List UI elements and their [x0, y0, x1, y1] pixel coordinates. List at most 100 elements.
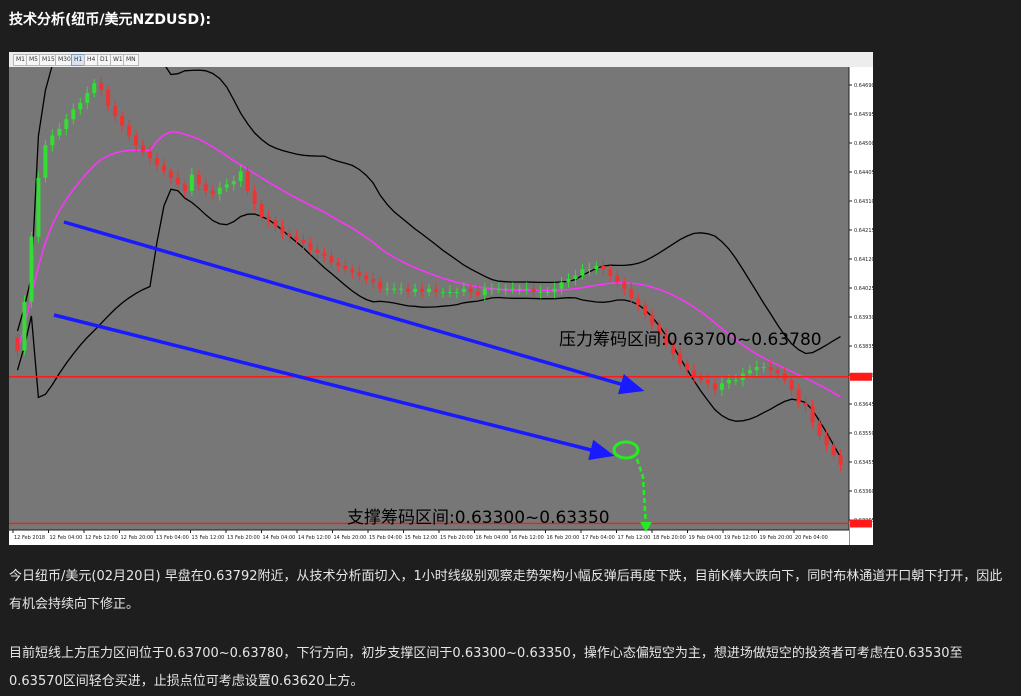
timeframe-button-mn[interactable]: MN [123, 54, 139, 66]
candle-body [503, 288, 508, 290]
candle-body [92, 83, 97, 94]
candle-body [371, 278, 376, 283]
resistance-annotation: 压力筹码区间:0.63700~0.63780 [559, 330, 822, 350]
candle-body [622, 282, 627, 289]
candle-body [440, 291, 445, 293]
candle-body [719, 383, 724, 390]
candle-body [36, 177, 41, 237]
candle-body [182, 184, 187, 191]
y-tick-label: 0.64025 [854, 286, 873, 292]
candle-body [678, 353, 683, 364]
candle-body [587, 269, 592, 271]
candle-body [643, 305, 648, 315]
candle-body [824, 435, 829, 446]
y-tick-label: 0.63550 [854, 431, 873, 437]
candle-body [231, 181, 236, 185]
candle-body [775, 370, 780, 374]
x-tick-label: 12 Feb 20:00 [121, 535, 154, 541]
candle-body [433, 288, 438, 292]
candle-body [238, 171, 243, 182]
candle-body [154, 158, 159, 165]
candle-body [43, 145, 48, 178]
price-chart: M1 M5 M15 M30 H1 H4 D1 W1 MN 0.64690 0.64595 0.645… [9, 52, 873, 545]
candle-body [78, 102, 83, 110]
candle-body [692, 370, 697, 377]
candle-body [134, 135, 139, 146]
x-tick-label: 14 Feb 12:00 [298, 535, 331, 541]
candle-body [789, 380, 794, 390]
candle-body [113, 106, 118, 116]
candle-body [475, 291, 480, 296]
y-tick-label: 0.64215 [854, 228, 873, 234]
candle-body [15, 337, 20, 351]
page-heading: 技术分析(纽币/美元NZDUSD): [9, 12, 212, 28]
x-tick-label: 17 Feb 12:00 [618, 535, 651, 541]
candle-body [29, 236, 34, 302]
x-tick-label: 14 Feb 04:00 [263, 535, 296, 541]
candle-body [175, 177, 180, 185]
y-tick-label: 0.63360 [854, 489, 873, 495]
price-level-tag-2 [850, 519, 872, 528]
candle-body [427, 288, 431, 292]
candle-body [22, 301, 27, 351]
x-tick-label: 12 Feb 12:00 [85, 535, 118, 541]
candle-body [747, 370, 752, 374]
candle-body [608, 269, 613, 276]
y-tick-label: 0.64690 [854, 83, 873, 89]
price-axis-panel [849, 67, 873, 545]
candle-body [482, 288, 487, 296]
candle-body [392, 288, 397, 290]
candle-body [196, 174, 201, 185]
candle-body [705, 380, 710, 384]
x-tick-label: 19 Feb 20:00 [760, 535, 793, 541]
candle-body [273, 220, 278, 227]
candle-body [496, 288, 501, 290]
x-tick-label: 13 Feb 12:00 [192, 535, 225, 541]
y-tick-label: 0.64500 [854, 141, 873, 147]
analysis-paragraph-2: 目前短线上方压力区间位于0.63700~0.63780，下行方向，初步支撑区间于… [9, 646, 963, 689]
candle-body [615, 275, 620, 283]
candle-body [573, 275, 578, 279]
x-tick-label: 17 Feb 04:00 [582, 535, 615, 541]
candle-body [545, 291, 550, 293]
y-tick-label: 0.63930 [854, 315, 873, 321]
candle-body [531, 288, 536, 292]
y-tick-label: 0.63835 [854, 344, 873, 350]
candle-body [685, 363, 690, 371]
x-tick-label: 18 Feb 20:00 [653, 535, 686, 541]
candle-body [308, 243, 313, 250]
candle-body [796, 389, 801, 403]
candle-body [406, 288, 411, 292]
candle-body [385, 288, 390, 290]
candle-body [217, 187, 222, 195]
analysis-paragraph-1: 今日纽币/美元(02月20日) 早盘在0.63792附近，从技术分析面切入，1小… [9, 569, 1003, 612]
x-tick-label: 16 Feb 12:00 [511, 535, 544, 541]
y-tick-label: 0.63645 [854, 402, 873, 408]
candle-body [364, 275, 369, 279]
x-tick-label: 16 Feb 20:00 [547, 535, 580, 541]
y-tick-label: 0.64595 [854, 112, 873, 118]
candle-body [768, 366, 773, 371]
candle-body [517, 288, 522, 290]
candle-body [106, 89, 111, 107]
candle-body [538, 291, 543, 293]
candle-body [489, 288, 494, 290]
candle-body [636, 298, 641, 306]
x-tick-label: 15 Feb 20:00 [440, 535, 473, 541]
candle-body [120, 115, 125, 126]
candle-body [378, 282, 383, 289]
x-tick-label: 20 Feb 04:00 [795, 535, 828, 541]
candle-body [420, 288, 425, 292]
x-tick-label: 15 Feb 04:00 [369, 535, 402, 541]
candle-body [266, 216, 271, 221]
candle-body [350, 269, 355, 273]
candle-body [252, 190, 257, 204]
candle-body [552, 288, 557, 292]
candle-body [712, 383, 717, 390]
candle-body [64, 119, 69, 129]
candle-body [301, 239, 306, 244]
x-tick-label: 19 Feb 04:00 [689, 535, 722, 541]
candle-body [726, 380, 731, 384]
candle-body [733, 380, 738, 382]
candle-body [566, 278, 571, 283]
